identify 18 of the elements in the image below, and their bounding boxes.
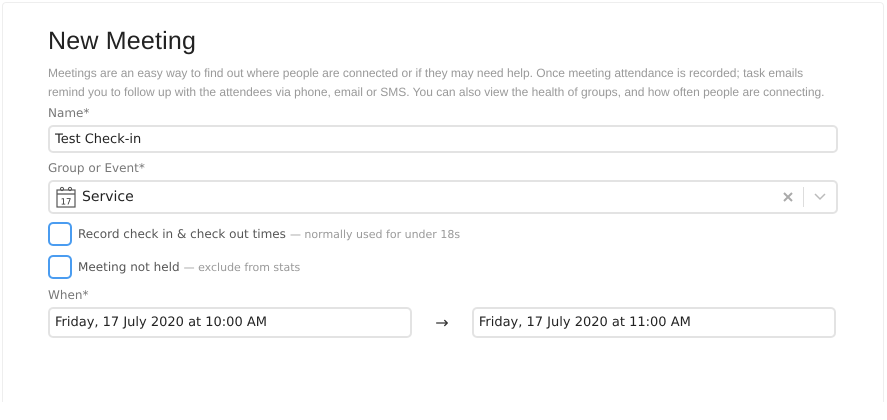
checkbox[interactable] [48,255,72,279]
checkbox-hint: — exclude from stats [184,260,300,274]
checkbox-label: Meeting not held [78,260,180,274]
end-date-field[interactable]: Friday, 17 July 2020 at 11:00 AM [472,307,836,338]
page-title: New Meeting [48,27,198,56]
checkbox-hint: — normally used for under 18s [290,228,460,240]
checkbox[interactable] [48,222,72,246]
checkbox-label: Record check in & check out times [78,227,286,241]
field-label: Group or Event* [48,161,146,176]
arrow-text: → [434,313,450,332]
select-value: Service [82,189,135,205]
calendar-icon: 17 [56,186,76,208]
field-label: Name* [48,106,90,121]
description-text: Meetings are an easy way to find out where people are connected or if they may need help. Once meeting attendance is recorded; task emails remind you to follow up with the attendees via phone, email or SMS. You can also view the health of groups, and how often people are connecting. [48,65,826,101]
group-select[interactable]: 17 Service [48,180,838,214]
start-date-field[interactable]: Friday, 17 July 2020 at 10:00 AM [48,307,412,338]
name-field[interactable]: Test Check-in [48,125,838,153]
field-label: When* [48,288,90,303]
